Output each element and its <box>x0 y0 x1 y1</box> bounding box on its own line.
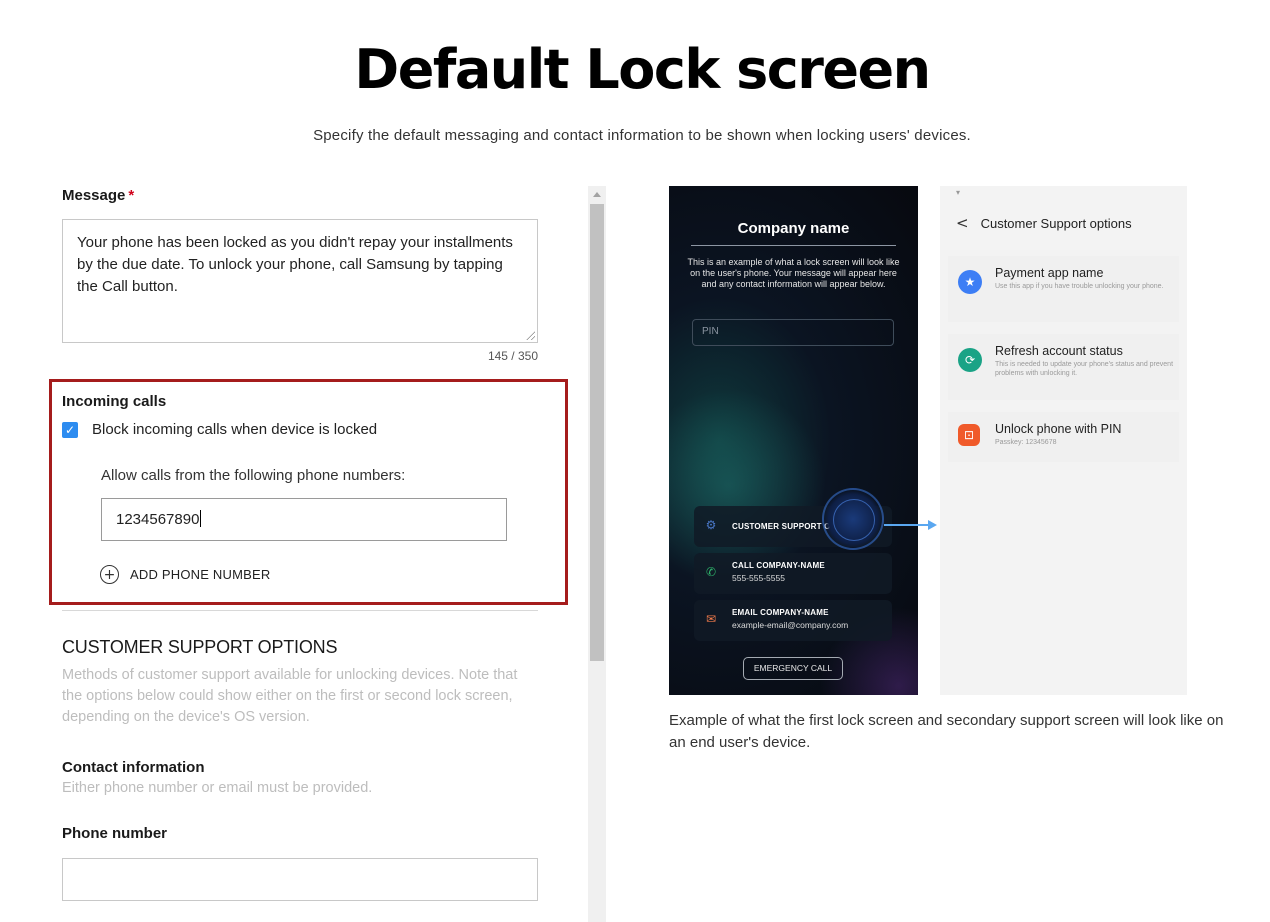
support-item: ⊡ Unlock phone with PIN Passkey: 1234567… <box>948 412 1179 462</box>
customer-support-description: Methods of customer support available fo… <box>62 667 518 725</box>
support-item-description: Passkey: 12345678 <box>995 439 1057 446</box>
preview-caption: Example of what the first lock screen an… <box>669 712 1224 751</box>
customer-support-title: CUSTOMER SUPPORT OPTIONS <box>62 637 338 657</box>
text-caret <box>200 510 202 527</box>
message-textarea[interactable]: Your phone has been locked as you didn't… <box>62 219 538 343</box>
required-asterisk: * <box>128 187 135 204</box>
preview-call-title: CALL COMPANY-NAME <box>732 561 825 570</box>
message-label: Message * <box>62 187 134 204</box>
support-item: ⟳ Refresh account status This is needed … <box>948 334 1179 400</box>
scroll-up-arrow-icon[interactable] <box>588 186 606 203</box>
block-calls-checkbox[interactable]: ✓ <box>62 421 78 438</box>
support-item-name: Unlock phone with PIN <box>995 422 1122 436</box>
preview-divider <box>691 245 896 246</box>
flow-arrow <box>884 524 930 526</box>
allowed-phone-input[interactable]: 1234567890 <box>101 498 507 541</box>
block-calls-option[interactable]: ✓ Block incoming calls when device is lo… <box>62 421 377 438</box>
lock-screen-preview: Company name This is an example of what … <box>669 186 918 695</box>
support-screen-header: < Customer Support options <box>956 214 1132 232</box>
section-divider <box>62 610 538 611</box>
preview-call-card: ✆ CALL COMPANY-NAME 555-555-5555 <box>694 553 892 594</box>
message-char-count: 145 / 350 <box>487 349 538 363</box>
preview-email-card: ✉ EMAIL COMPANY-NAME example-email@compa… <box>694 600 892 641</box>
message-label-text: Message <box>62 187 126 204</box>
block-calls-label: Block incoming calls when device is lock… <box>92 421 378 438</box>
page-subtitle: Specify the default messaging and contac… <box>313 127 971 144</box>
preview-company-name: Company name <box>737 220 850 237</box>
preview-emergency-button: EMERGENCY CALL <box>743 657 843 680</box>
phone-number-label: Phone number <box>62 825 168 842</box>
contact-information-description: Either phone number or email must be pro… <box>62 780 373 796</box>
mail-icon: ✉ <box>705 612 717 626</box>
arrow-right-icon <box>928 520 937 530</box>
wifi-icon: ▾ <box>956 188 961 197</box>
phone-icon: ✆ <box>705 565 717 579</box>
incoming-calls-label: Incoming calls <box>62 393 167 410</box>
support-item-name: Payment app name <box>995 266 1104 280</box>
touch-indicator-icon <box>822 488 884 550</box>
preview-call-number: 555-555-5555 <box>732 573 785 583</box>
contact-information-label: Contact information <box>62 759 205 776</box>
allow-calls-label: Allow calls from the following phone num… <box>101 467 406 484</box>
chevron-left-icon: < <box>956 214 969 232</box>
support-screen-title: Customer Support options <box>980 215 1132 231</box>
star-icon: ★ <box>958 270 982 294</box>
plus-circle-icon: + <box>100 565 119 584</box>
resize-handle-icon[interactable] <box>526 331 535 340</box>
support-item-description: This is needed to update your phone's st… <box>995 361 1174 377</box>
form-scrollbar-thumb[interactable] <box>590 204 604 661</box>
settings-form: Message * Your phone has been locked as y… <box>0 180 606 922</box>
gear-icon: ⚙ <box>705 518 717 532</box>
preview-pin-field: PIN <box>692 319 894 346</box>
allowed-phone-value: 1234567890 <box>116 511 200 528</box>
add-phone-number-label: ADD PHONE NUMBER <box>130 567 271 582</box>
page-title: Default Lock screen <box>354 38 931 101</box>
support-item-description: Use this app if you have trouble unlocki… <box>995 283 1164 290</box>
support-item-name: Refresh account status <box>995 344 1123 358</box>
message-text: Your phone has been locked as you didn't… <box>77 234 513 295</box>
preview-message: This is an example of what a lock screen… <box>687 257 900 289</box>
refresh-icon: ⟳ <box>958 348 982 372</box>
lock-open-icon: ⊡ <box>958 424 980 446</box>
phone-number-input[interactable] <box>62 858 538 901</box>
add-phone-number-button[interactable]: + ADD PHONE NUMBER <box>100 565 270 584</box>
support-item: ★ Payment app name Use this app if you h… <box>948 256 1179 322</box>
preview-email-title: EMAIL COMPANY-NAME <box>732 608 829 617</box>
support-screen-preview: ▾ < Customer Support options ★ Payment a… <box>940 186 1187 695</box>
preview-email-address: example-email@company.com <box>732 620 849 630</box>
